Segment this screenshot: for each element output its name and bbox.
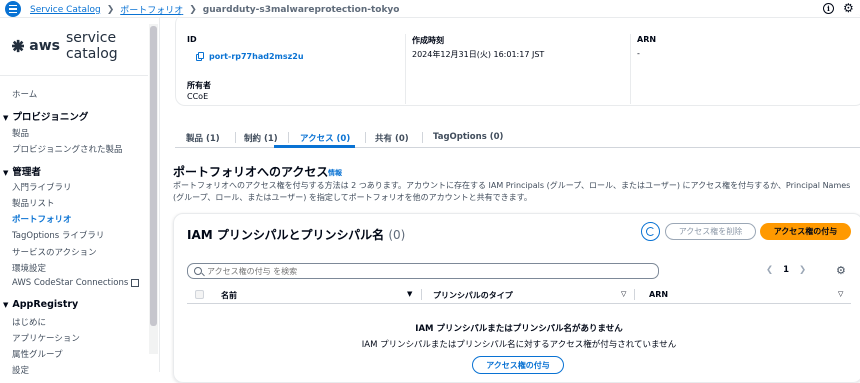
settings-icon[interactable]: ⚙ [843,1,854,15]
sidebar-item-product-list[interactable]: 製品リスト [12,197,55,209]
sidebar-item-attribute-groups[interactable]: 属性グループ [12,348,63,360]
select-all-checkbox[interactable] [195,290,204,299]
external-link-icon [131,278,140,287]
sidebar-scroll-thumb[interactable] [150,26,157,326]
empty-grant-access-button[interactable]: アクセス権の付与 [472,356,564,374]
remove-access-button[interactable]: アクセス権を削除 [665,223,756,240]
sidebar-item-tagoptions-library[interactable]: TagOptions ライブラリ [12,229,104,241]
sidebar-item-applications[interactable]: アプリケーション [12,332,80,344]
sidebar-item-home[interactable]: ホーム [12,88,37,100]
column-header-principal-type[interactable]: プリンシパルのタイプ [433,290,513,301]
column-divider [630,34,631,104]
search-input[interactable] [207,266,647,276]
column-header-arn[interactable]: ARN [649,290,668,299]
caret-down-icon: ▼ [3,301,9,309]
tab-tagoptions[interactable]: TagOptions (0) [433,132,503,142]
tab-share[interactable]: 共有 (0) [375,132,409,144]
caret-down-icon: ▼ [3,169,9,177]
column-divider [634,289,635,300]
main-content: ID port-rp77had2msz2u 所有者 CCoE 作成時刻 2024… [160,14,860,383]
sidebar-divider [0,75,148,76]
sidebar-heading-appregistry[interactable]: ▼ AppRegistry [3,299,78,310]
arn-label: ARN [637,35,657,44]
portfolio-summary: ID port-rp77had2msz2u 所有者 CCoE 作成時刻 2024… [175,14,860,106]
menu-icon[interactable] [5,1,21,17]
tab-divider [365,132,366,143]
panel-count: (0) [388,228,406,242]
sidebar-item-provisioned-products[interactable]: プロビジョニングされた製品 [12,143,123,155]
empty-state-title: IAM プリンシパルまたはプリンシパル名がありません [415,324,623,334]
portfolio-id-value: port-rp77had2msz2u [209,52,304,61]
sort-icon[interactable]: ▽ [838,290,843,298]
sidebar-item-codestar-connections[interactable]: AWS CodeStar Connections [12,278,140,288]
tab-constraints[interactable]: 制約 (1) [244,132,278,144]
refresh-icon [646,227,655,236]
sidebar-heading-provisioning[interactable]: ▼ プロビジョニング [3,109,88,123]
sidebar-item-settings[interactable]: 設定 [12,364,29,376]
breadcrumb-portfolio[interactable]: ポートフォリオ [120,3,183,16]
sidebar: aws service catalog ホーム ▼ プロビジョニング 製品 プロビ… [0,18,160,376]
sidebar-item-label: AWS CodeStar Connections [12,278,129,288]
page-number[interactable]: 1 [783,265,789,275]
chevron-right-icon: ❯ [106,4,115,15]
tab-access[interactable]: アクセス (0) [300,132,350,144]
prev-page-icon[interactable]: ❮ [766,265,773,275]
sidebar-heading-label: 管理者 [12,167,41,178]
tab-products[interactable]: 製品 (1) [186,132,220,144]
tab-divider [288,132,289,143]
panel-title-text: IAM プリンシパルとプリンシパル名 [187,228,385,242]
panel-title: IAM プリンシパルとプリンシパル名 (0) [187,226,405,243]
sidebar-heading-label: AppRegistry [12,299,79,310]
caret-down-icon: ▼ [3,114,9,122]
breadcrumb-service-catalog[interactable]: Service Catalog [30,5,101,15]
section-title: ポートフォリオへのアクセス [173,165,329,179]
empty-state-description: IAM プリンシパルまたはプリンシパル名に対するアクセス権が付与されていません [361,340,677,350]
principals-panel: IAM プリンシパルとプリンシパル名 (0) アクセス権を削除 アクセス権の付与… [173,213,860,383]
sidebar-item-service-actions[interactable]: サービスのアクション [12,246,97,258]
owner-value: CCoE [187,92,209,101]
column-divider [421,289,422,300]
sidebar-item-products[interactable]: 製品 [12,127,29,139]
breadcrumb-current: guardduty-s3malwareprotection-tokyo [202,4,400,15]
search-icon [194,267,202,275]
created-label: 作成時刻 [412,36,444,45]
sidebar-item-portfolio[interactable]: ポートフォリオ [12,213,72,225]
sidebar-item-preferences[interactable]: 環境設定 [12,262,46,274]
sidebar-heading-admin[interactable]: ▼ 管理者 [3,164,41,178]
table-header: 名前 ▼ プリンシパルのタイプ ▽ ARN ▽ [187,285,851,304]
aws-service-catalog-logo[interactable]: aws service catalog [12,30,159,62]
search-field[interactable] [187,263,659,279]
active-tab-indicator [274,145,355,148]
sidebar-item-getting-started-library[interactable]: 入門ライブラリ [12,181,72,193]
tab-divider [422,132,423,143]
sort-icon[interactable]: ▽ [621,290,626,298]
id-label: ID [187,35,197,44]
next-page-icon[interactable]: ❯ [799,265,806,275]
tab-divider [235,132,236,143]
copy-icon[interactable] [196,52,204,61]
sort-down-icon[interactable]: ▼ [407,290,412,298]
column-header-name[interactable]: 名前 [221,290,237,301]
owner-label: 所有者 [187,81,211,90]
portfolio-id[interactable]: port-rp77had2msz2u [196,52,304,61]
section-description: ポートフォリオへのアクセス権を付与する方法は 2 つあります。アカウントに存在す… [173,181,851,202]
grant-access-button[interactable]: アクセス権の付与 [760,223,851,240]
info-link[interactable]: 情報 [328,168,342,178]
created-value: 2024年12月31日(火) 16:01:17 JST [412,50,545,59]
refresh-button[interactable] [641,222,660,241]
sidebar-heading-label: プロビジョニング [12,112,89,123]
arn-value: - [637,49,640,58]
info-icon[interactable]: i [823,3,834,14]
logo-product: service catalog [65,30,118,62]
chevron-right-icon: ❯ [189,4,197,15]
pagination: ❮ 1 ❯ [766,265,806,275]
sidebar-item-getting-started[interactable]: はじめに [12,316,46,328]
table-settings-icon[interactable]: ⚙ [836,264,846,277]
service-catalog-logo-icon [12,39,25,53]
logo-brand: aws [29,38,60,54]
column-divider [405,34,406,104]
